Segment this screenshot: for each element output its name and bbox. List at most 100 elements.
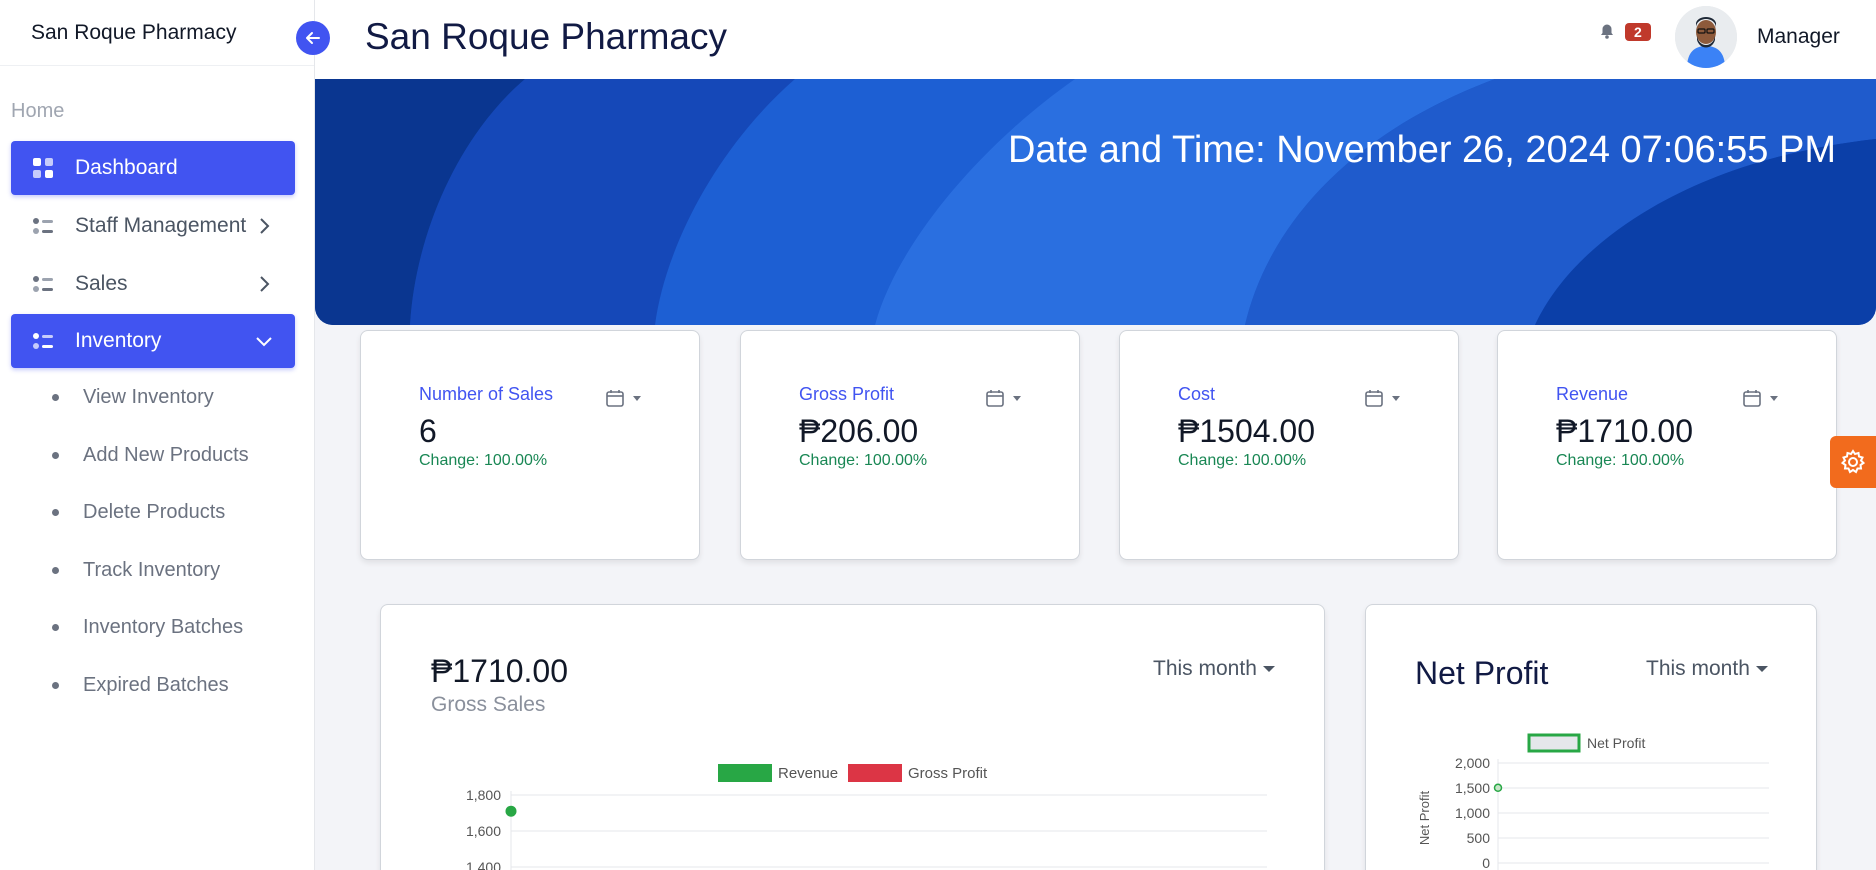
net-profit-title: Net Profit [1415,655,1549,691]
date-filter-dropdown[interactable] [1364,386,1408,410]
sidebar-item-label: Dashboard [75,156,178,179]
user-name[interactable]: Manager [1757,25,1840,49]
subitem-label: Add New Products [83,444,249,466]
sidebar-brand: San Roque Pharmacy [0,0,314,66]
gear-icon [1840,449,1866,474]
y-tick-label: 1,000 [1455,805,1490,821]
gross-sales-value: ₱1710.00 [431,653,569,689]
date-filter-dropdown[interactable] [605,386,649,410]
datetime-display: Date and Time: November 26, 2024 07:06:5… [1007,129,1836,171]
period-dropdown[interactable]: This month [1646,657,1768,681]
caret-down-icon [1755,666,1768,672]
date-filter-dropdown[interactable] [1742,386,1786,410]
hero-banner: Date and Time: November 26, 2024 07:06:5… [315,79,1876,325]
stat-value: ₱1710.00 [1556,413,1694,449]
calendar-icon [1743,390,1761,407]
stat-value: 6 [419,413,437,449]
bullet-icon [52,624,59,631]
list-icon [31,214,55,238]
subitem-label: Track Inventory [83,559,221,581]
sidebar-item-inventory[interactable]: Inventory [11,314,295,368]
stat-card-cost: Cost ₱1504.00 Change: 100.00% [1119,330,1459,560]
legend-swatch [848,764,902,782]
stat-label: Gross Profit [799,384,895,404]
section-label-home: Home [11,100,65,122]
gross-sales-caption: Gross Sales [431,693,546,716]
bell-icon[interactable] [1598,22,1616,40]
sidebar-subitem-delete-products[interactable]: Delete Products [52,501,225,524]
sidebar-subitem-track-inventory[interactable]: Track Inventory [52,559,220,582]
net-profit-card: Net Profit This month Net Profit 2,000 1,5… [1365,604,1817,870]
sidebar-item-dashboard[interactable]: Dashboard [11,141,295,195]
calendar-icon [606,390,624,407]
y-tick-label: 1,800 [466,787,501,803]
sidebar: San Roque Pharmacy Home Dashboard Staff … [0,0,315,870]
sidebar-subitem-inventory-batches[interactable]: Inventory Batches [52,616,243,639]
sidebar-item-label: Staff Management [75,214,247,237]
subitem-label: Expired Batches [83,674,229,696]
sidebar-item-staff-management[interactable]: Staff Management [11,199,295,253]
stat-card-revenue: Revenue ₱1710.00 Change: 100.00% [1497,330,1837,560]
stat-change: Change: 100.00% [1556,452,1685,469]
legend-label: Net Profit [1587,735,1645,751]
page-title: San Roque Pharmacy [365,16,727,57]
y-tick-label: 2,000 [1455,755,1490,771]
grid-icon [31,156,55,180]
caret-down-icon [1262,666,1275,672]
y-tick-label: 500 [1467,830,1491,846]
stat-change: Change: 100.00% [1178,452,1307,469]
y-tick-label: 1,500 [1455,780,1490,796]
stat-value: ₱206.00 [799,413,919,449]
chevron-down-icon [256,337,272,347]
stat-card-gross-profit: Gross Profit ₱206.00 Change: 100.00% [740,330,1080,560]
legend-swatch [1527,733,1581,753]
stat-change: Change: 100.00% [419,452,548,469]
list-icon [31,272,55,296]
data-point [1493,783,1503,793]
sidebar-subitem-add-new-products[interactable]: Add New Products [52,444,249,467]
period-dropdown[interactable]: This month [1153,657,1275,681]
bullet-icon [52,567,59,574]
sidebar-subitem-view-inventory[interactable]: View Inventory [52,386,214,409]
period-label: This month [1646,657,1750,680]
stat-label: Number of Sales [419,384,554,404]
banner-background [315,79,1876,325]
stat-change: Change: 100.00% [799,452,928,469]
sidebar-item-label: Inventory [75,329,162,352]
y-tick-label: 0 [1482,855,1490,870]
gross-sales-card: ₱1710.00 Gross Sales This month Revenue G… [380,604,1325,870]
stat-value: ₱1504.00 [1178,413,1316,449]
y-tick-label: 1,400 [466,859,501,870]
data-point [505,805,517,817]
collapse-sidebar-button[interactable] [296,21,330,55]
calendar-icon [986,390,1004,407]
legend-swatch [718,764,772,782]
gross-sales-chart: Revenue Gross Profit 1,800 1,600 1,400 [466,764,1267,870]
bullet-icon [52,452,59,459]
legend-label: Revenue [778,765,838,782]
avatar[interactable] [1675,6,1737,68]
stat-card-number-of-sales: Number of Sales 6 Change: 100.00% [360,330,700,560]
chevron-right-icon [260,218,270,234]
stat-label: Cost [1178,384,1216,404]
bullet-icon [52,682,59,689]
legend-label: Gross Profit [908,765,988,782]
period-label: This month [1153,657,1257,680]
sidebar-subitem-expired-batches[interactable]: Expired Batches [52,674,229,697]
sidebar-item-sales[interactable]: Sales [11,257,295,311]
arrow-left-icon [306,32,320,44]
caret-down-icon [633,395,641,401]
list-icon [31,329,55,353]
bullet-icon [52,394,59,401]
subitem-label: Delete Products [83,501,226,523]
caret-down-icon [1013,395,1021,401]
subitem-label: View Inventory [83,386,214,408]
notification-badge[interactable]: 2 [1625,23,1651,41]
settings-button[interactable] [1830,436,1876,488]
date-filter-dropdown[interactable] [985,386,1029,410]
top-header: San Roque Pharmacy 2 Manager [315,0,1876,79]
y-axis-label: Net Profit [1417,791,1432,846]
y-tick-label: 1,600 [466,823,501,839]
calendar-icon [1365,390,1383,407]
stat-label: Revenue [1556,384,1629,404]
